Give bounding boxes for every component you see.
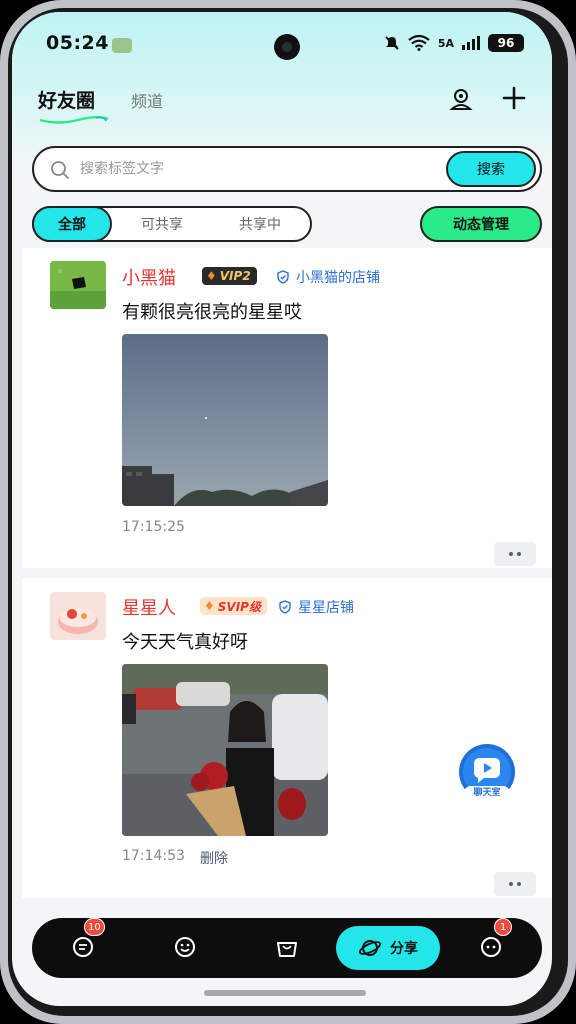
vip-badge: ♦ VIP2	[202, 267, 257, 285]
nav-profile[interactable]: 1	[476, 918, 512, 962]
shield-icon	[279, 600, 291, 614]
post-image[interactable]	[122, 664, 328, 836]
robot-face-icon	[481, 937, 501, 957]
vip-badge-label: VIP2	[219, 269, 251, 283]
filter-tab-all[interactable]: 全部	[32, 206, 112, 242]
user-location-icon[interactable]	[448, 86, 474, 112]
bottom-navigation: 10 分享 1	[32, 918, 542, 978]
nav-messages[interactable]: 10	[68, 918, 105, 962]
feed-manage-button[interactable]: 动态管理	[420, 206, 542, 242]
shop-link[interactable]: 星星店铺	[278, 597, 354, 617]
tab-channel[interactable]: 频道	[131, 88, 163, 112]
chat-bubble-icon	[73, 937, 93, 957]
post-card: 星星人 ♦ SVIP级 星星店铺 今天天气真好呀 17:14:53 删除	[22, 578, 552, 898]
profile-badge: 1	[494, 918, 512, 936]
avatar-image	[50, 592, 106, 640]
home-indicator[interactable]	[204, 990, 366, 996]
more-dot-icon	[509, 882, 513, 886]
avatar[interactable]	[50, 261, 106, 309]
status-icons: 5A 96	[384, 34, 524, 52]
filter-segmented-control: 全部 可共享 共享中	[32, 206, 312, 242]
more-dot-icon	[509, 552, 513, 556]
status-time: 05:24	[46, 32, 109, 54]
street-portrait-photo	[122, 664, 328, 836]
delete-post-link[interactable]: 删除	[200, 848, 228, 868]
filter-tab-shareable[interactable]: 可共享	[122, 208, 202, 240]
message-notification-icon	[112, 38, 132, 53]
shield-icon	[277, 270, 289, 284]
shop-link[interactable]: 小黑猫的店铺	[276, 267, 380, 287]
post-text: 有颗很亮很亮的星星哎	[122, 302, 302, 323]
shop-name: 星星店铺	[298, 600, 354, 616]
nav-share-active[interactable]: 分享	[336, 926, 440, 970]
add-icon[interactable]	[500, 84, 528, 112]
more-options-button[interactable]	[494, 542, 536, 566]
nav-moments[interactable]	[170, 932, 200, 962]
shop-name: 小黑猫的店铺	[296, 270, 380, 286]
tab-friends-circle[interactable]: 好友圈	[38, 86, 95, 113]
avatar-image	[50, 261, 106, 309]
nav-shop[interactable]	[272, 932, 302, 962]
filter-tab-sharing[interactable]: 共享中	[220, 208, 300, 240]
front-camera	[274, 34, 300, 60]
mute-bell-icon	[385, 36, 399, 50]
chat-room-label: 聊天室	[473, 788, 501, 798]
wifi-icon	[408, 35, 430, 51]
messages-badge: 10	[84, 918, 105, 936]
chat-room-floating-button[interactable]: 聊天室	[456, 742, 518, 804]
tab-active-underline	[39, 116, 109, 124]
search-button[interactable]: 搜索	[446, 151, 536, 187]
more-dot-icon	[517, 552, 521, 556]
screen: 05:24 5A 96 好友圈 频道 搜索标签文字 搜索 全部 可共享 共享中 …	[12, 12, 552, 1006]
nav-share-label: 分享	[390, 941, 418, 957]
status-bar: 05:24 5A 96	[12, 32, 552, 60]
network-type-label: 5A	[437, 36, 454, 50]
shopping-bag-icon	[277, 942, 297, 957]
post-username[interactable]: 星星人	[122, 594, 176, 620]
night-sky-photo	[122, 334, 328, 506]
smile-icon	[175, 937, 195, 957]
search-input[interactable]	[80, 156, 420, 182]
top-header: 好友圈 频道	[12, 86, 552, 126]
search-bar: 搜索	[32, 146, 542, 192]
avatar[interactable]	[50, 592, 106, 640]
post-image[interactable]	[122, 334, 328, 506]
post-username[interactable]: 小黑猫	[122, 264, 176, 290]
signal-icon	[462, 36, 480, 50]
post-card: 小黑猫 ♦ VIP2 小黑猫的店铺 有颗很亮很亮的星星哎 17:15:25	[22, 248, 552, 568]
planet-icon	[358, 940, 382, 956]
post-timestamp: 17:14:53	[122, 848, 185, 864]
svip-badge: ♦ SVIP级	[200, 597, 267, 615]
battery-icon: 96	[488, 34, 524, 52]
more-dot-icon	[517, 882, 521, 886]
post-timestamp: 17:15:25	[122, 519, 185, 535]
search-icon	[51, 161, 69, 179]
svip-badge-label: SVIP级	[217, 599, 261, 614]
post-text: 今天天气真好呀	[122, 632, 248, 653]
more-options-button[interactable]	[494, 872, 536, 896]
